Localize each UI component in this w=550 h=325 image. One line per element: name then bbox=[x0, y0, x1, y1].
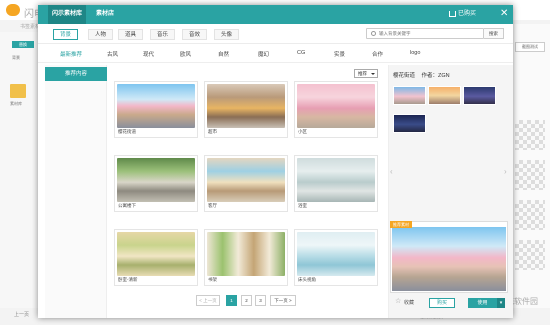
material-card[interactable]: 浴室 bbox=[294, 155, 378, 212]
app-subtitle: 书签素材 bbox=[20, 24, 41, 30]
detail-author: 作者：ZGN bbox=[421, 73, 450, 79]
material-card[interactable]: 床头视角 bbox=[294, 229, 378, 286]
background-replace-button[interactable]: 替换 bbox=[12, 41, 34, 48]
subcategory-logo[interactable]: logo bbox=[410, 50, 420, 56]
use-options-dropdown[interactable]: ▾ bbox=[497, 298, 505, 308]
category-sfx[interactable]: 音效 bbox=[182, 29, 207, 40]
purchased-link[interactable]: 已购买 bbox=[449, 5, 477, 24]
buy-button[interactable]: 购买 bbox=[429, 298, 455, 308]
background-prev-page[interactable]: 上一页 bbox=[14, 311, 29, 318]
material-thumbnail bbox=[117, 232, 195, 276]
app-logo-icon bbox=[6, 4, 20, 16]
material-card[interactable]: 樱花街道 bbox=[114, 81, 198, 138]
search-input[interactable] bbox=[379, 30, 479, 37]
close-icon[interactable]: ✕ bbox=[500, 7, 508, 21]
page-button-2[interactable]: 2 bbox=[241, 295, 252, 306]
category-music[interactable]: 音乐 bbox=[150, 29, 175, 40]
transparent-thumb bbox=[515, 120, 545, 150]
page-button-3[interactable]: 3 bbox=[255, 295, 266, 306]
material-name: 樱花街道 bbox=[118, 129, 136, 134]
category-character[interactable]: 人物 bbox=[88, 29, 113, 40]
subcategory-nature[interactable]: 自然 bbox=[218, 50, 229, 58]
material-card[interactable]: 小区 bbox=[294, 81, 378, 138]
subcategory-bar: 最新推荐 古风 现代 欧风 自然 魔幻 CG 实景 合作 logo bbox=[38, 45, 513, 63]
material-name: 床头视角 bbox=[298, 277, 316, 282]
tab-material-library[interactable]: 闪示素材库 bbox=[48, 5, 86, 24]
tab-material-store[interactable]: 素材店 bbox=[90, 5, 120, 24]
subcategory-modern[interactable]: 现代 bbox=[143, 50, 154, 58]
variant-thumbnail[interactable] bbox=[428, 86, 461, 105]
page-button-1[interactable]: 1 bbox=[226, 295, 237, 306]
material-thumbnail bbox=[297, 84, 375, 128]
material-thumbnail bbox=[207, 84, 285, 128]
material-name: 超市 bbox=[208, 129, 217, 134]
chevron-right-icon[interactable]: › bbox=[504, 167, 507, 176]
material-name: 客厅 bbox=[208, 203, 217, 208]
transparent-thumb bbox=[515, 200, 545, 230]
sort-select[interactable]: 推荐 bbox=[354, 69, 378, 78]
star-icon[interactable]: ☆ bbox=[395, 298, 401, 305]
category-avatar[interactable]: 头像 bbox=[214, 29, 239, 40]
detail-title: 樱花街道 作者：ZGN bbox=[393, 71, 450, 79]
chevron-down-icon bbox=[371, 73, 375, 75]
preview-image bbox=[392, 227, 506, 291]
material-thumbnail bbox=[207, 158, 285, 202]
recommended-badge: 推荐素材 bbox=[390, 221, 412, 228]
material-card[interactable]: 书架 bbox=[204, 229, 288, 286]
category-props[interactable]: 道具 bbox=[118, 29, 143, 40]
material-card[interactable]: 公寓楼下 bbox=[114, 155, 198, 212]
material-thumbnail bbox=[297, 158, 375, 202]
search-icon bbox=[371, 31, 376, 36]
dialog-header: 闪示素材库 素材店 已购买 ✕ bbox=[38, 5, 513, 24]
variant-thumbnail[interactable] bbox=[463, 86, 496, 105]
material-thumbnail bbox=[117, 158, 195, 202]
material-name: 公寓楼下 bbox=[118, 203, 136, 208]
transparent-thumb bbox=[515, 160, 545, 190]
search-box[interactable] bbox=[366, 28, 484, 39]
subcategory-latest[interactable]: 最新推荐 bbox=[60, 50, 82, 58]
use-button[interactable]: 使用 bbox=[468, 298, 497, 308]
material-name: 书架 bbox=[208, 277, 217, 282]
material-name: 浴室 bbox=[298, 203, 307, 208]
material-card[interactable]: 卧室-清新 bbox=[114, 229, 198, 286]
variant-thumbnail[interactable] bbox=[393, 114, 426, 133]
material-name: 小区 bbox=[298, 129, 307, 134]
cart-icon bbox=[449, 11, 456, 17]
purchased-label: 已购买 bbox=[458, 11, 477, 17]
subcategory-realscene[interactable]: 实景 bbox=[334, 50, 345, 58]
material-thumbnail bbox=[297, 232, 375, 276]
search-button[interactable]: 搜索 bbox=[484, 28, 504, 39]
transparent-thumb bbox=[515, 240, 545, 270]
subcategory-ancient[interactable]: 古风 bbox=[107, 50, 118, 58]
next-page-button[interactable]: 下一页 > bbox=[270, 295, 296, 306]
material-card[interactable]: 客厅 bbox=[204, 155, 288, 212]
material-thumbnail bbox=[207, 232, 285, 276]
subcategory-fantasy[interactable]: 魔幻 bbox=[258, 50, 269, 58]
variant-thumbnail[interactable] bbox=[393, 86, 426, 105]
subcategory-partner[interactable]: 合作 bbox=[372, 50, 383, 58]
detail-name: 樱花街道 bbox=[393, 73, 416, 79]
subcategory-european[interactable]: 欧风 bbox=[180, 50, 191, 58]
material-library-dialog: 闪示素材库 素材店 已购买 ✕ 背景 人物 道具 音乐 音效 头像 搜索 最新推… bbox=[38, 5, 513, 318]
sort-value: 推荐 bbox=[358, 71, 367, 76]
subcategory-cg[interactable]: CG bbox=[297, 50, 305, 56]
category-background[interactable]: 背景 bbox=[53, 29, 78, 40]
material-thumbnail bbox=[117, 84, 195, 128]
background-left-panel bbox=[0, 32, 42, 325]
left-sidebar: 推荐内容 bbox=[45, 65, 107, 318]
material-library-label: 素材库 bbox=[10, 101, 22, 106]
chevron-left-icon[interactable]: ‹ bbox=[390, 167, 393, 176]
favorite-label[interactable]: 收藏 bbox=[404, 299, 414, 306]
folder-icon[interactable] bbox=[10, 84, 26, 98]
material-card[interactable]: 超市 bbox=[204, 81, 288, 138]
material-name: 卧室-清新 bbox=[118, 277, 138, 282]
background-label: 背景 bbox=[12, 55, 20, 60]
background-right-tab[interactable]: 截图测试 bbox=[515, 42, 545, 52]
prev-page-button[interactable]: < 上一页 bbox=[196, 295, 220, 306]
sidebar-item-recommended[interactable]: 推荐内容 bbox=[45, 67, 107, 81]
